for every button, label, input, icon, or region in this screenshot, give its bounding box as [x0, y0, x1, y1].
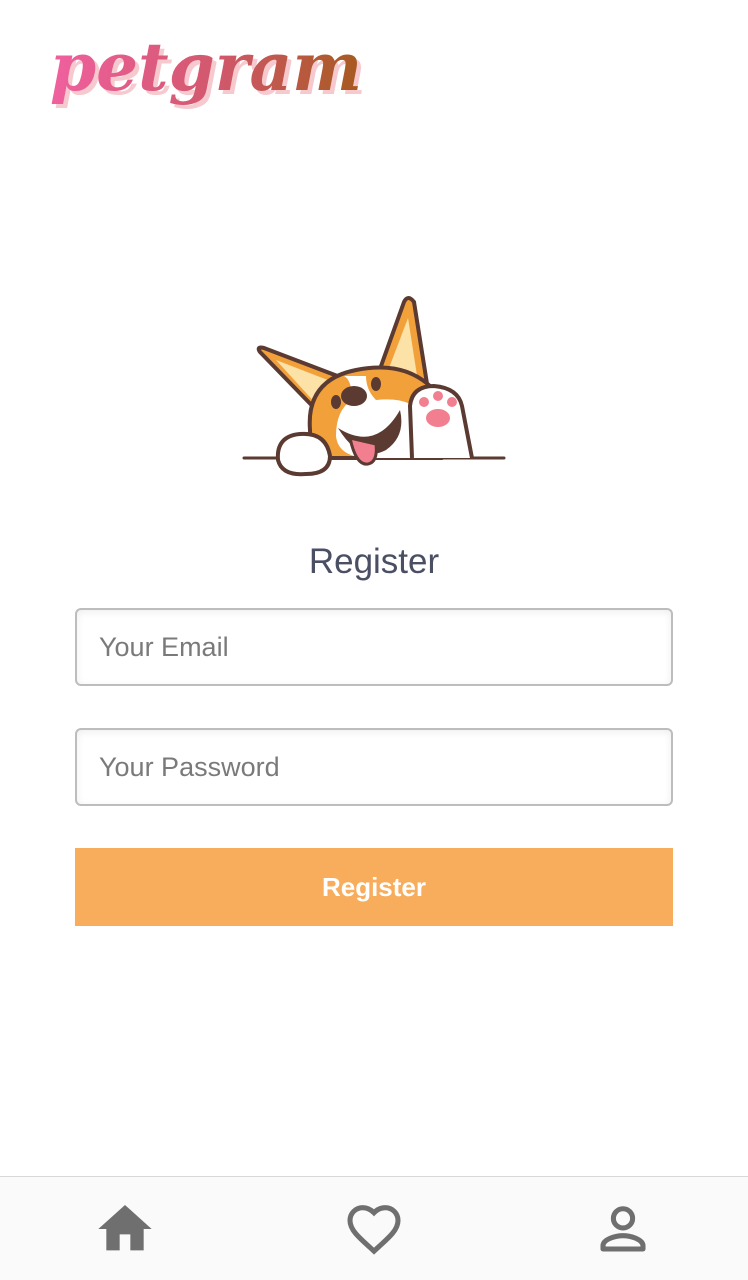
nav-home[interactable] [65, 1184, 185, 1274]
bottom-nav [0, 1176, 748, 1280]
user-icon [600, 1205, 646, 1252]
logo-text: petgram [50, 28, 362, 106]
register-button[interactable]: Register [75, 848, 673, 926]
nav-profile[interactable] [563, 1184, 683, 1274]
nav-favorites[interactable] [314, 1184, 434, 1274]
password-field[interactable] [75, 728, 673, 806]
corgi-illustration [226, 230, 526, 510]
register-title: Register [308, 542, 440, 581]
email-field[interactable] [75, 608, 673, 686]
logo-wordmark: petgram petgram [50, 28, 366, 110]
home-icon [97, 1204, 152, 1250]
heart-icon [347, 1204, 401, 1255]
app-logo[interactable]: petgram petgram [48, 28, 388, 118]
